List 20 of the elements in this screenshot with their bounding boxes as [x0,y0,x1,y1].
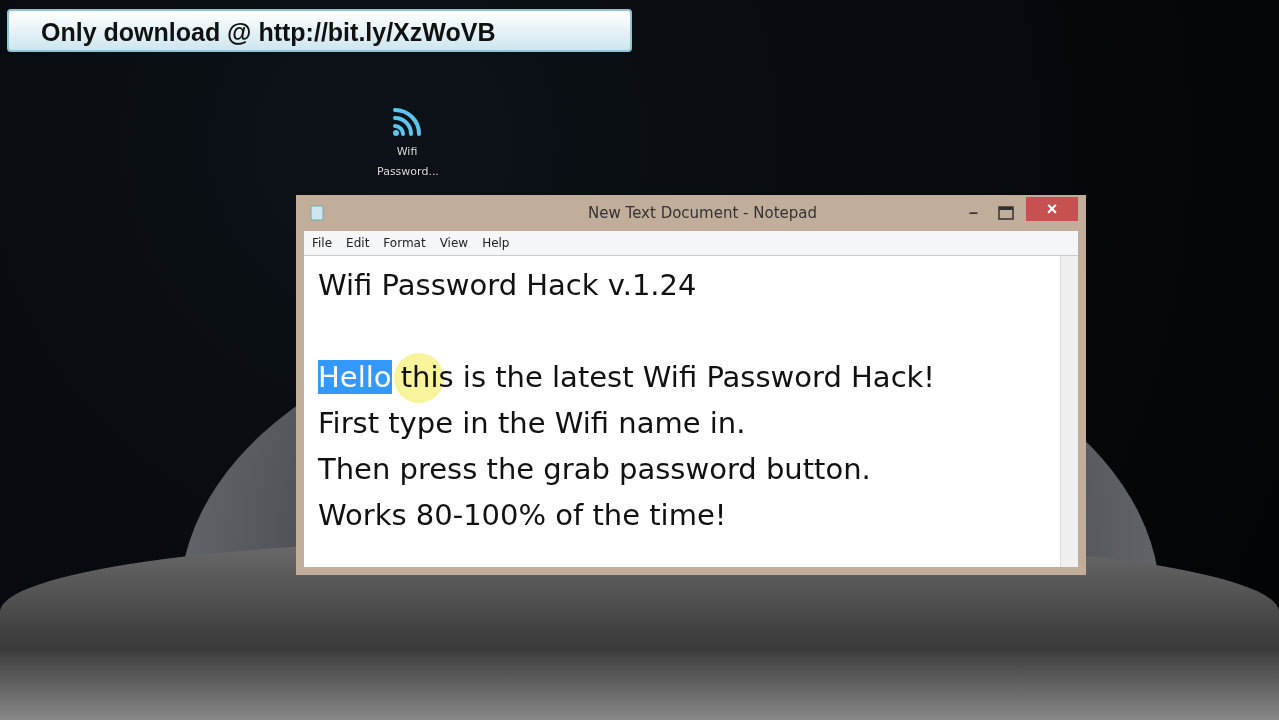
desktop-icon-label[interactable]: Wifi Password... [377,142,437,182]
window-title: New Text Document - Notepad [588,204,818,222]
text-line: First type in the Wifi name in. [318,405,747,442]
document-heading: Wifi Password Hack v.1.24 [318,267,698,304]
scrollbar[interactable] [1060,256,1078,567]
menu-item[interactable]: Edit [346,236,370,250]
close-button[interactable]: × [1026,197,1078,221]
menu-item[interactable]: Help [482,236,510,250]
menu-item[interactable]: File [312,236,333,250]
text-line: Works 80-100% of the time! [318,497,728,534]
text-line: Then press the grab password button. [318,451,872,488]
text-line: Hello this is the latest Wifi Password Hack! [318,359,936,396]
notepad-icon [310,205,324,221]
menu-item[interactable]: View [439,236,469,250]
menu-item[interactable]: Format [383,236,426,250]
minimize-button[interactable]: – [961,204,986,222]
download-banner: Only download @ http://bit.ly/XzWoVB [7,9,632,52]
text-area[interactable]: Wifi Password Hack v.1.24 Hello this is the latest Wifi Password Hack! First type in the Wifi name in. Then press the grab password button. Works 80-100% of the time! [304,256,1078,567]
wifi-icon[interactable] [391,106,423,136]
maximize-icon[interactable] [998,206,1014,220]
